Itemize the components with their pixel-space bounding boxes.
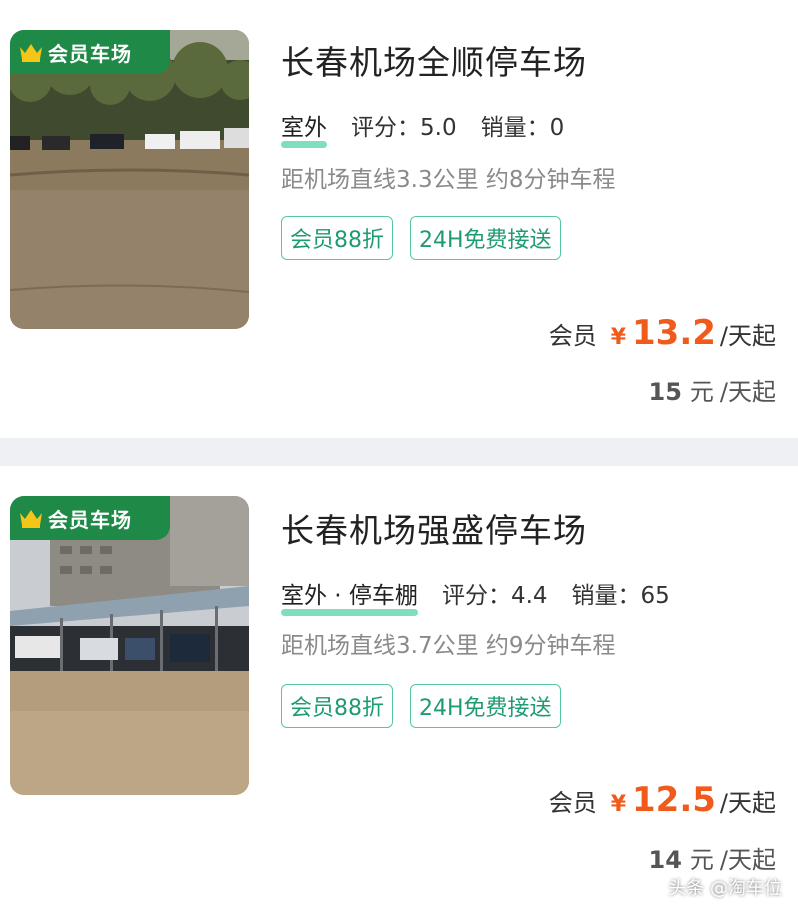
crown-icon: [20, 510, 42, 528]
regular-price: 15 元 /天起: [649, 372, 777, 407]
distance-text: 距机场直线3.7公里 约9分钟车程: [281, 633, 616, 659]
regular-price-amount: 14: [648, 846, 682, 874]
listing-card[interactable]: 会员车场 长春机场全顺停车场 室外 评分：5.0 销量：0 距机场直线3.3公里…: [0, 0, 798, 438]
watermark: 头条 @淘车位: [668, 878, 782, 899]
regular-price-amount: 15: [648, 378, 682, 406]
lot-meta: 室外 评分：5.0 销量：0: [281, 108, 588, 148]
member-price-amount: 12.5: [632, 780, 716, 820]
feature-chips: 会员88折 24H免费接送: [281, 684, 578, 728]
discount-chip: 会员88折: [281, 216, 393, 260]
shuttle-chip: 24H免费接送: [410, 216, 561, 260]
parking-lot-name[interactable]: 长春机场全顺停车场: [281, 36, 587, 84]
badge-label: 会员车场: [48, 507, 132, 532]
regular-per-day-unit: /天起: [719, 378, 776, 406]
distance-text: 距机场直线3.3公里 约8分钟车程: [281, 167, 616, 193]
member-price-label: 会员: [548, 322, 597, 350]
lot-type-tag: 室外: [281, 108, 327, 148]
discount-chip: 会员88折: [281, 684, 393, 728]
regular-price-currency: 元: [689, 846, 714, 874]
lot-type-tag: 室外 · 停车棚: [281, 576, 418, 616]
member-lot-badge: 会员车场: [10, 496, 170, 540]
lot-meta: 室外 · 停车棚 评分：4.4 销量：65: [281, 576, 694, 616]
regular-price: 14 元 /天起: [649, 840, 777, 875]
shuttle-chip: 24H免费接送: [410, 684, 561, 728]
regular-price-currency: 元: [689, 378, 714, 406]
member-price: 会员 ¥ 12.5 /天起: [549, 780, 776, 820]
per-day-unit: /天起: [719, 789, 776, 817]
parking-lot-name[interactable]: 长春机场强盛停车场: [281, 504, 587, 552]
feature-chips: 会员88折 24H免费接送: [281, 216, 578, 260]
per-day-unit: /天起: [719, 322, 776, 350]
parking-lot-photo[interactable]: 会员车场: [10, 496, 249, 795]
badge-label: 会员车场: [48, 41, 132, 66]
member-price-amount: 13.2: [632, 313, 716, 353]
sales-text: 销量：0: [480, 115, 565, 141]
regular-per-day-unit: /天起: [719, 846, 776, 874]
currency-symbol: ¥: [610, 325, 627, 350]
member-price: 会员 ¥ 13.2 /天起: [549, 313, 776, 353]
rating-text: 评分：5.0: [351, 115, 457, 141]
member-lot-badge: 会员车场: [10, 30, 170, 74]
member-price-label: 会员: [548, 789, 597, 817]
crown-icon: [20, 44, 42, 62]
listing-card[interactable]: 会员车场 长春机场强盛停车场 室外 · 停车棚 评分：4.4 销量：65 距机场…: [0, 466, 798, 914]
sales-text: 销量：65: [571, 583, 670, 609]
currency-symbol: ¥: [610, 792, 627, 817]
parking-lot-photo[interactable]: 会员车场: [10, 30, 249, 329]
rating-text: 评分：4.4: [441, 583, 548, 609]
